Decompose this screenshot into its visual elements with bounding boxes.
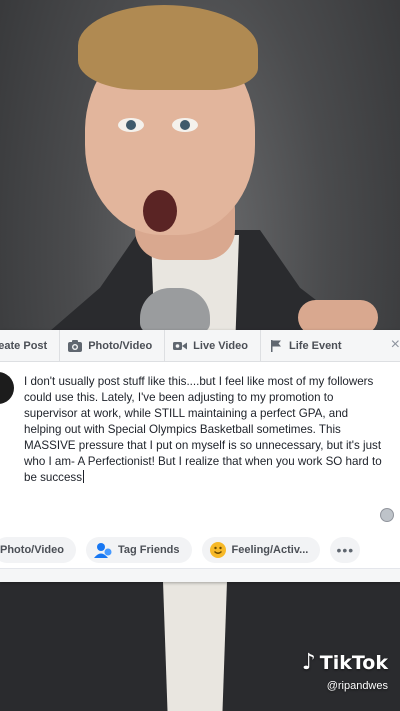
- tiktok-note-icon: ♪: [301, 650, 316, 675]
- hair: [78, 5, 258, 90]
- more-options-button[interactable]: •••: [330, 537, 361, 563]
- tab-create-post-label: reate Post: [0, 339, 48, 352]
- tag-friends-button-label: Tag Friends: [117, 544, 180, 556]
- tab-create-post[interactable]: reate Post: [0, 329, 61, 362]
- smiley-icon: [209, 542, 226, 558]
- left-eye: [118, 118, 144, 132]
- avatar: [0, 372, 14, 404]
- tab-live-video-label: Live Video: [193, 339, 248, 352]
- tag-friends-icon: [93, 543, 112, 558]
- composer-body: I don't usually post stuff like this....…: [0, 362, 400, 532]
- close-icon[interactable]: ×: [391, 336, 400, 354]
- video-camera-icon: [173, 341, 188, 350]
- camera-icon: [68, 339, 83, 352]
- open-mouth: [143, 190, 177, 232]
- composer-actions: Photo/Video Tag Friends Feeling/Activ...…: [0, 532, 400, 568]
- tiktok-brand: TikTok: [319, 652, 388, 674]
- tab-photo-video-label: Photo/Video: [88, 339, 153, 352]
- tab-life-event[interactable]: Life Event: [261, 330, 354, 362]
- microphone: [140, 288, 210, 333]
- tab-live-video[interactable]: Live Video: [165, 329, 261, 362]
- flag-icon: [271, 339, 281, 352]
- tag-friends-button[interactable]: Tag Friends: [85, 537, 192, 563]
- photo-video-button[interactable]: Photo/Video: [0, 537, 76, 563]
- photo-video-button-label: Photo/Video: [0, 544, 64, 556]
- creator-handle: @ripandwes: [326, 680, 388, 692]
- text-caret: [83, 470, 84, 483]
- feeling-activity-button-label: Feeling/Activ...: [231, 544, 309, 556]
- composer-footer: [0, 568, 400, 582]
- post-text-area[interactable]: I don't usually post stuff like this....…: [24, 374, 386, 486]
- post-composer: reate Post Photo/Video Live Video: [0, 329, 400, 582]
- emoji-icon[interactable]: [380, 508, 394, 522]
- tab-life-event-label: Life Event: [289, 339, 342, 352]
- tiktok-logo: ♪ TikTok: [301, 650, 388, 675]
- tab-photo-video[interactable]: Photo/Video: [60, 329, 166, 362]
- post-text: I don't usually post stuff like this....…: [24, 375, 382, 484]
- right-eye: [172, 118, 198, 132]
- composer-tabs: reate Post Photo/Video Live Video: [0, 329, 400, 362]
- tiktok-watermark: ♪ TikTok @ripandwes: [301, 650, 388, 693]
- feeling-activity-button[interactable]: Feeling/Activ...: [201, 537, 321, 563]
